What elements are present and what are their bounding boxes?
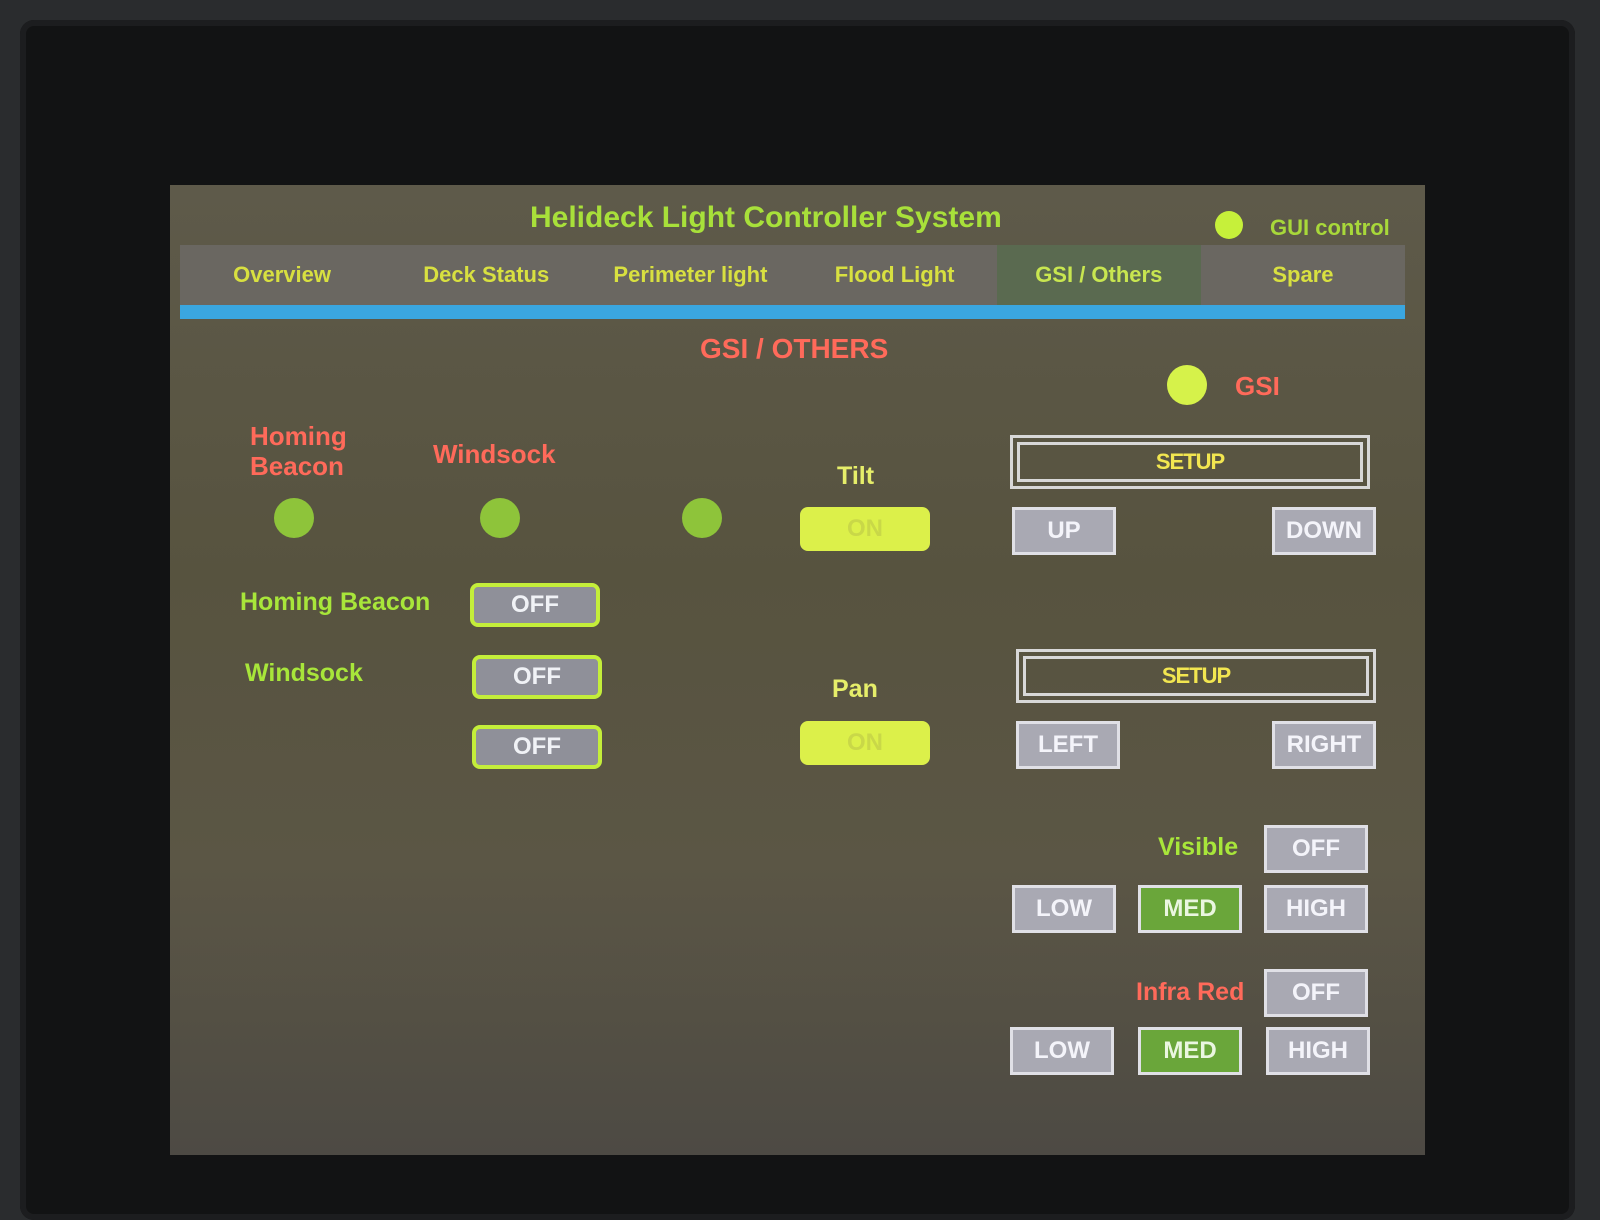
tilt-label: Tilt (837, 462, 875, 490)
tab-deck-status[interactable]: Deck Status (384, 245, 588, 305)
homing-beacon-status-label: Homing Beacon (250, 421, 347, 481)
pan-left-button[interactable]: LEFT (1016, 721, 1120, 769)
tab-spare[interactable]: Spare (1201, 245, 1405, 305)
monitor-bezel: Helideck Light Controller System GUI con… (20, 20, 1575, 1220)
visible-high-button[interactable]: HIGH (1264, 885, 1368, 933)
pan-setup-label: SETUP (1023, 656, 1369, 696)
pan-right-button[interactable]: RIGHT (1272, 721, 1376, 769)
tab-flood-light[interactable]: Flood Light (793, 245, 997, 305)
visible-off-button[interactable]: OFF (1264, 825, 1368, 873)
infra-red-label: Infra Red (1136, 978, 1245, 1006)
pan-label: Pan (832, 675, 878, 703)
tilt-toggle[interactable]: ON (800, 507, 930, 551)
infra-red-low-button[interactable]: LOW (1010, 1027, 1114, 1075)
visible-med-button[interactable]: MED (1138, 885, 1242, 933)
tab-overview[interactable]: Overview (180, 245, 384, 305)
third-status-indicator (682, 498, 722, 538)
windsock-status-label: Windsock (433, 439, 556, 469)
third-toggle[interactable]: OFF (472, 725, 602, 769)
gsi-status-indicator (1167, 365, 1207, 405)
infra-red-high-button[interactable]: HIGH (1266, 1027, 1370, 1075)
pan-toggle[interactable]: ON (800, 721, 930, 765)
section-title: GSI / OTHERS (700, 333, 889, 364)
tab-gsi-others[interactable]: GSI / Others (996, 245, 1201, 305)
infra-red-med-button[interactable]: MED (1138, 1027, 1242, 1075)
gsi-label: GSI (1235, 371, 1280, 401)
homing-beacon-toggle[interactable]: OFF (470, 583, 600, 627)
tilt-down-button[interactable]: DOWN (1272, 507, 1376, 555)
homing-beacon-control-label: Homing Beacon (240, 588, 431, 616)
tab-underline (180, 305, 1405, 319)
app-title: Helideck Light Controller System (530, 201, 1002, 234)
gui-control-label: GUI control (1270, 215, 1390, 240)
windsock-toggle[interactable]: OFF (472, 655, 602, 699)
tilt-up-button[interactable]: UP (1012, 507, 1116, 555)
tab-perimeter-light[interactable]: Perimeter light (588, 245, 792, 305)
windsock-status-indicator (480, 498, 520, 538)
infra-red-off-button[interactable]: OFF (1264, 969, 1368, 1017)
visible-label: Visible (1158, 833, 1239, 861)
pan-setup-button[interactable]: SETUP (1016, 649, 1376, 703)
tab-bar: Overview Deck Status Perimeter light Flo… (180, 245, 1405, 305)
windsock-control-label: Windsock (245, 659, 363, 687)
homing-beacon-status-indicator (274, 498, 314, 538)
visible-low-button[interactable]: LOW (1012, 885, 1116, 933)
tilt-setup-button[interactable]: SETUP (1010, 435, 1370, 489)
hmi-screen: Helideck Light Controller System GUI con… (170, 185, 1425, 1155)
gui-control-indicator (1215, 211, 1243, 239)
tilt-setup-label: SETUP (1017, 442, 1363, 482)
